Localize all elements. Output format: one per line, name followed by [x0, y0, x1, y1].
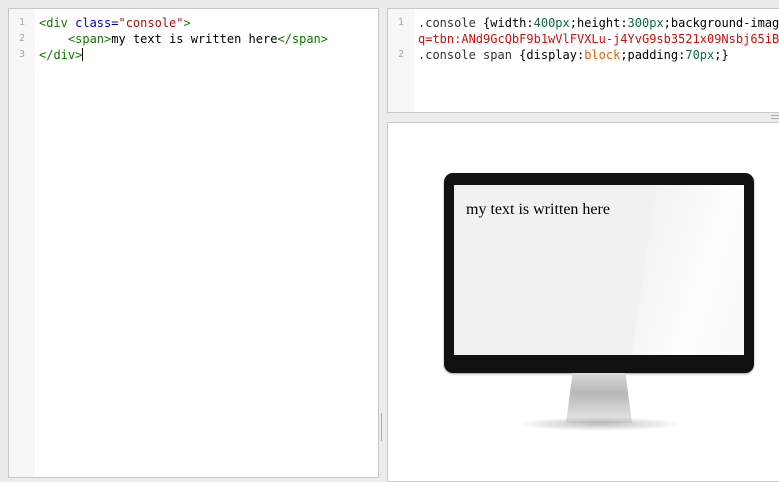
- css-code[interactable]: 1 .console {width:400px;height:300px;bac…: [388, 15, 779, 63]
- html-text: my text is written here: [111, 32, 278, 46]
- line-number: 1: [397, 17, 405, 28]
- css-property: ;height:: [569, 16, 628, 30]
- html-editor-pane[interactable]: 1 <div class="console"> 2 <span>my text …: [8, 8, 379, 478]
- css-value: 300px: [627, 16, 664, 30]
- css-brace: ;}: [714, 48, 729, 62]
- line-number: 2: [18, 33, 26, 44]
- code-line[interactable]: 3 </div>: [9, 47, 378, 63]
- css-value: block: [584, 48, 621, 62]
- html-tag: >: [183, 16, 191, 30]
- html-attribute: class=: [75, 16, 119, 30]
- line-number: 2: [397, 49, 405, 60]
- html-tag: </span>: [277, 32, 329, 46]
- monitor-image: my text is written here: [444, 173, 754, 433]
- css-property: ;padding:: [620, 48, 686, 62]
- monitor-shadow: [514, 417, 684, 431]
- css-property: width:: [490, 16, 534, 30]
- vertical-splitter-handle[interactable]: [380, 413, 385, 441]
- css-property: ;background-image: [663, 16, 779, 30]
- result-preview-pane: my text is written here: [387, 122, 779, 482]
- line-number: 1: [18, 17, 26, 28]
- code-line[interactable]: 1 <div class="console">: [9, 15, 378, 31]
- css-editor-pane[interactable]: 1 .console {width:400px;height:300px;bac…: [387, 8, 779, 113]
- css-property: display:: [526, 48, 585, 62]
- css-url: q=tbn:ANd9GcQbF9b1wVlFVXLu-j4YvG9sb3521x…: [418, 32, 779, 46]
- monitor-stand: [566, 373, 632, 423]
- console-text: my text is written here: [466, 201, 610, 218]
- css-value: 70px: [685, 48, 715, 62]
- html-tag: </div>: [39, 48, 83, 62]
- code-line-wrapped[interactable]: q=tbn:ANd9GcQbF9b1wVlFVXLu-j4YvG9sb3521x…: [388, 31, 779, 47]
- line-number: [388, 31, 414, 47]
- html-tag: <div: [39, 16, 76, 30]
- code-line[interactable]: 1 .console {width:400px;height:300px;bac…: [388, 15, 779, 31]
- line-number-gutter: [9, 9, 35, 477]
- html-code[interactable]: 1 <div class="console"> 2 <span>my text …: [9, 15, 378, 63]
- css-selector: .console span: [418, 48, 520, 62]
- html-tag: <span>: [67, 32, 112, 46]
- horizontal-splitter-handle[interactable]: [771, 115, 779, 119]
- monitor-bezel: my text is written here: [444, 173, 754, 373]
- monitor-screen: my text is written here: [454, 185, 744, 355]
- code-line[interactable]: 2 .console span {display:block;padding:7…: [388, 47, 779, 63]
- html-string: "console": [118, 16, 184, 30]
- code-line[interactable]: 2 <span>my text is written here</span>: [9, 31, 378, 47]
- css-selector: .console: [418, 16, 484, 30]
- text-cursor: [82, 48, 84, 61]
- line-number: 3: [18, 49, 26, 60]
- screen-glare: [627, 185, 744, 355]
- css-value: 400px: [533, 16, 570, 30]
